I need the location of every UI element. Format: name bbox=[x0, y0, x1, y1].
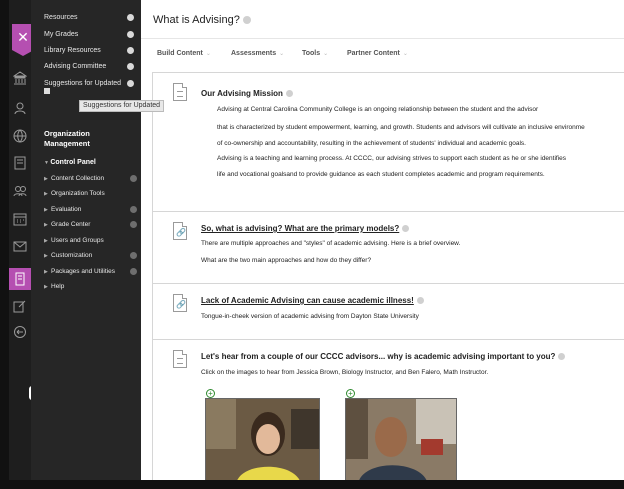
options-icon[interactable] bbox=[242, 16, 251, 25]
chevron-down-icon: ⌄ bbox=[402, 51, 408, 57]
edit-icon[interactable] bbox=[12, 298, 28, 314]
content-item-advisors: Let's hear from a couple of our CCCC adv… bbox=[153, 339, 624, 489]
item-text: life and vocational goalsand to provide … bbox=[217, 171, 545, 178]
content-item-primary-models: 🔗 So, what is advising? What are the pri… bbox=[153, 211, 624, 283]
document-icon bbox=[173, 83, 187, 101]
grades-icon[interactable] bbox=[9, 268, 31, 290]
content-item-mission: Our Advising Mission Advising at Central… bbox=[153, 72, 624, 211]
item-title: Our Advising Mission bbox=[201, 89, 293, 98]
cp-item-help[interactable]: ▶ Help bbox=[44, 283, 64, 290]
menu-dot-icon[interactable] bbox=[127, 31, 134, 38]
menu-item-suggestions[interactable]: Suggestions for Updated bbox=[44, 80, 121, 87]
item-text: What are the two main approaches and how… bbox=[201, 257, 372, 264]
calendar-icon[interactable] bbox=[12, 211, 28, 227]
cp-dot-icon[interactable] bbox=[130, 252, 137, 259]
item-text: Tongue-in-cheek version of academic advi… bbox=[201, 313, 419, 320]
app-window: ✕ ▶ Resources My Grades Library Resource… bbox=[0, 0, 624, 489]
tooltip: Suggestions for Updated bbox=[79, 100, 165, 112]
item-text: of co-ownership and accountability, resu… bbox=[217, 140, 526, 147]
add-icon[interactable]: + bbox=[346, 389, 355, 398]
menu-item-library-resources[interactable]: Library Resources bbox=[44, 47, 101, 54]
menu-item-resources[interactable]: Resources bbox=[44, 14, 77, 21]
cp-dot-icon[interactable] bbox=[130, 268, 137, 275]
menu-dot-icon[interactable] bbox=[127, 63, 134, 70]
item-text: There are multiple approaches and "style… bbox=[201, 240, 461, 247]
options-icon[interactable] bbox=[402, 225, 410, 233]
cp-dot-icon[interactable] bbox=[130, 206, 137, 213]
link-icon: 🔗 bbox=[173, 222, 187, 240]
add-icon[interactable]: + bbox=[206, 389, 215, 398]
tools-button[interactable]: Tools ⌄ bbox=[302, 50, 328, 57]
institution-icon[interactable] bbox=[12, 70, 28, 86]
menu-item-advising-committee[interactable]: Advising Committee bbox=[44, 63, 106, 70]
menu-dot-icon[interactable] bbox=[127, 47, 134, 54]
cp-item-content-collection[interactable]: ▶ Content Collection bbox=[44, 175, 104, 182]
menu-dot-icon[interactable] bbox=[127, 14, 134, 21]
item-title-link[interactable]: So, what is advising? What are the prima… bbox=[201, 224, 410, 233]
build-content-button[interactable]: Build Content ⌄ bbox=[157, 50, 211, 57]
cp-dot-icon[interactable] bbox=[130, 175, 137, 182]
cp-item-users-groups[interactable]: ▶ Users and Groups bbox=[44, 237, 104, 244]
control-panel-heading[interactable]: ▼ Control Panel bbox=[44, 159, 96, 166]
org-management-heading: Organization Management bbox=[44, 129, 90, 148]
courses-icon[interactable] bbox=[12, 155, 28, 171]
left-edge bbox=[0, 0, 9, 489]
partner-content-button[interactable]: Partner Content ⌄ bbox=[347, 50, 408, 57]
cp-item-evaluation[interactable]: ▶ Evaluation bbox=[44, 206, 81, 213]
options-icon[interactable] bbox=[558, 353, 566, 361]
link-icon bbox=[44, 88, 50, 94]
item-text: Advising is a teaching and learning proc… bbox=[217, 155, 567, 162]
course-menu: Resources My Grades Library Resources Ad… bbox=[31, 0, 141, 489]
cp-dot-icon[interactable] bbox=[130, 221, 137, 228]
user-icon[interactable] bbox=[12, 100, 28, 116]
people-icon[interactable] bbox=[12, 183, 28, 199]
signout-icon[interactable] bbox=[12, 324, 28, 340]
chevron-down-icon: ⌄ bbox=[323, 51, 329, 57]
bottom-edge bbox=[0, 480, 624, 489]
close-icon: ✕ bbox=[17, 28, 29, 45]
menu-item-my-grades[interactable]: My Grades bbox=[44, 31, 78, 38]
item-title-link[interactable]: Lack of Academic Advising can cause acad… bbox=[201, 296, 424, 305]
options-icon[interactable] bbox=[416, 297, 424, 305]
document-icon bbox=[173, 350, 187, 368]
item-text: Advising at Central Carolina Community C… bbox=[217, 106, 539, 113]
chevron-down-icon: ⌄ bbox=[205, 51, 211, 57]
menu-dot-icon[interactable] bbox=[127, 80, 134, 87]
link-icon: 🔗 bbox=[173, 294, 187, 312]
item-text: Click on the images to hear from Jessica… bbox=[201, 369, 489, 376]
cp-item-customization[interactable]: ▶ Customization bbox=[44, 252, 92, 259]
cp-item-organization-tools[interactable]: ▶ Organization Tools bbox=[44, 190, 105, 197]
cp-item-grade-center[interactable]: ▶ Grade Center bbox=[44, 221, 90, 228]
globe-icon[interactable] bbox=[12, 128, 28, 144]
cp-item-packages-utilities[interactable]: ▶ Packages and Utilities bbox=[44, 268, 115, 275]
options-icon[interactable] bbox=[285, 90, 293, 98]
chevron-down-icon: ⌄ bbox=[279, 51, 285, 57]
main-content: What is Advising? Build Content ⌄ Assessm… bbox=[141, 0, 624, 489]
item-title: Let's hear from a couple of our CCCC adv… bbox=[201, 352, 566, 361]
video-thumbnail-ben[interactable] bbox=[345, 398, 457, 483]
video-thumbnail-jessica[interactable] bbox=[205, 398, 320, 483]
mail-icon[interactable] bbox=[12, 238, 28, 254]
action-toolbar: Build Content ⌄ Assessments ⌄ Tools ⌄ Partn… bbox=[141, 38, 624, 68]
assessments-button[interactable]: Assessments ⌄ bbox=[231, 50, 284, 57]
content-item-lack-advising: 🔗 Lack of Academic Advising can cause ac… bbox=[153, 283, 624, 339]
item-text: that is characterized by student empower… bbox=[217, 124, 585, 131]
page-title: What is Advising? bbox=[153, 14, 251, 26]
content-list: Our Advising Mission Advising at Central… bbox=[152, 72, 624, 489]
